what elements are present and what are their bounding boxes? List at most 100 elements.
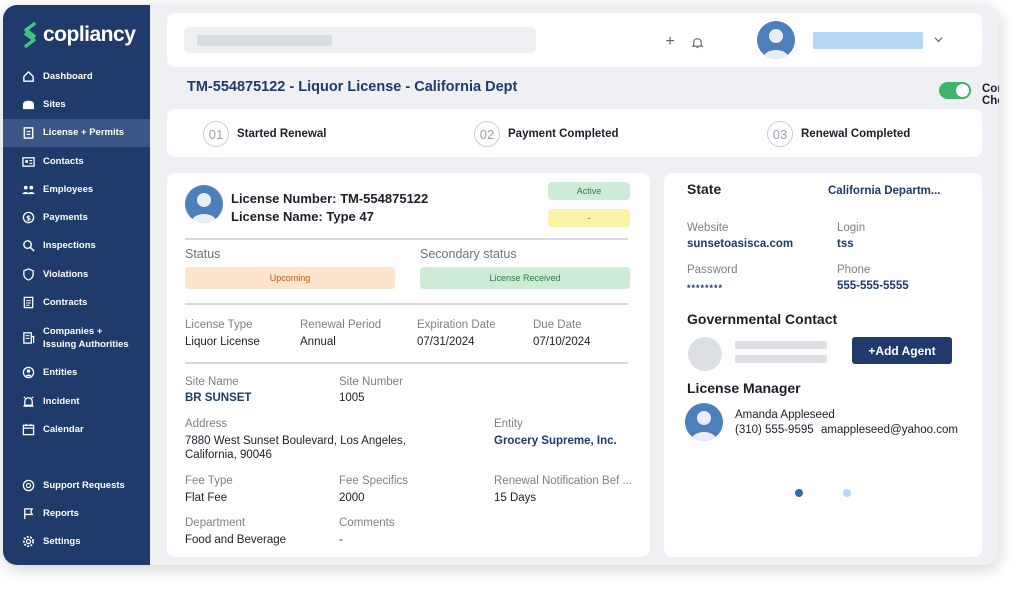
step-label: Started Renewal <box>237 128 327 140</box>
carousel-dot-active[interactable] <box>795 489 803 497</box>
login-value: tss <box>837 238 854 250</box>
step-label: Renewal Completed <box>801 128 911 140</box>
renewal-notification-label: Renewal Notification Bef ... <box>494 475 633 487</box>
logo-icon <box>24 22 36 48</box>
license-manager-heading: License Manager <box>687 380 801 396</box>
sidebar-item-reports[interactable]: Reports <box>3 499 150 527</box>
employees-icon <box>21 182 35 196</box>
sidebar-item-label: Settings <box>43 536 81 548</box>
sidebar-item-label: Sites <box>43 98 66 110</box>
entity-label: Entity <box>494 418 523 430</box>
due-date-label: Due Date <box>533 319 582 331</box>
user-name-skeleton[interactable] <box>813 32 923 49</box>
sidebar-item-calendar[interactable]: Calendar <box>3 415 150 443</box>
sidebar-item-employees[interactable]: Employees <box>3 175 150 203</box>
license-number: License Number: TM-554875122 <box>231 191 429 206</box>
contacts-icon <box>21 154 35 168</box>
sidebar-item-label: Entities <box>43 367 78 379</box>
svg-text:$: $ <box>25 213 30 222</box>
sidebar-item-companies[interactable]: Companies + Issuing Authorities <box>3 317 150 359</box>
sidebar-item-sites[interactable]: Sites <box>3 90 150 118</box>
sidebar-item-contracts[interactable]: Contracts <box>3 288 150 316</box>
status-label: Status <box>185 247 221 261</box>
login-label: Login <box>837 222 866 234</box>
add-agent-button[interactable]: +Add Agent <box>852 337 952 364</box>
sidebar-item-payments[interactable]: $ Payments <box>3 203 150 231</box>
password-label: Password <box>687 264 738 276</box>
address-line-1: 7880 West Sunset Boulevard, Los Angeles, <box>185 435 406 447</box>
divider <box>185 362 628 364</box>
sidebar-item-label: Incident <box>43 395 80 407</box>
website-link[interactable]: sunsetoasisca.com <box>687 237 793 251</box>
logo[interactable]: copliancy <box>21 21 136 49</box>
manager-email[interactable]: amappleseed@yahoo.com <box>821 423 958 437</box>
fee-specifics-value: 2000 <box>339 492 365 504</box>
sidebar-item-dashboard[interactable]: Dashboard <box>3 62 150 90</box>
sidebar-item-label: Contacts <box>43 155 84 167</box>
sidebar-item-incident[interactable]: Incident <box>3 387 150 415</box>
site-name-label: Site Name <box>185 376 239 388</box>
site-number-value: 1005 <box>339 392 365 404</box>
state-contact-card: State California Departm... Website suns… <box>664 173 982 557</box>
secondary-status-label: Secondary status <box>420 247 517 261</box>
site-number-label: Site Number <box>339 376 403 388</box>
sidebar-item-label: Reports <box>43 507 79 519</box>
divider <box>185 238 628 240</box>
sidebar-item-label: Companies + Issuing Authorities <box>43 325 129 350</box>
site-name-link[interactable]: BR SUNSET <box>185 391 251 405</box>
sidebar-item-entities[interactable]: Entities <box>3 359 150 387</box>
renewal-steps: 01 Started Renewal 02 Payment Completed … <box>167 109 982 157</box>
status-badge-pending: - <box>548 209 630 227</box>
alarm-icon <box>21 394 35 408</box>
state-value-link[interactable]: California Departm... <box>828 184 940 198</box>
chevron-down-icon[interactable] <box>933 34 945 46</box>
document-icon <box>21 296 35 310</box>
address-label: Address <box>185 418 228 430</box>
license-details-card: License Number: TM-554875122 License Nam… <box>167 173 650 557</box>
license-type-label: License Type <box>185 319 253 331</box>
manager-name: Amanda Appleseed <box>735 409 835 421</box>
compliance-check-toggle[interactable] <box>939 82 971 99</box>
search-placeholder-skeleton <box>197 35 332 46</box>
page-title: TM-554875122 - Liquor License - Californ… <box>187 79 518 95</box>
sidebar-item-label: Employees <box>43 183 94 195</box>
step-number: 01 <box>203 121 229 147</box>
avatar[interactable] <box>757 21 795 59</box>
sidebar-item-violations[interactable]: Violations <box>3 260 150 288</box>
sites-icon <box>21 97 35 111</box>
secondary-status-value: License Received <box>420 267 630 289</box>
bell-icon[interactable] <box>690 35 704 49</box>
phone-value: 555-555-5555 <box>837 280 909 292</box>
department-value: Food and Beverage <box>185 534 287 546</box>
sidebar-item-inspections[interactable]: Inspections <box>3 232 150 260</box>
step-started-renewal: 01 Started Renewal <box>203 121 326 147</box>
building-icon <box>21 331 35 345</box>
sidebar-item-contacts[interactable]: Contacts <box>3 147 150 175</box>
sidebar-item-label: Contracts <box>43 297 88 309</box>
status-value: Upcoming <box>185 267 395 289</box>
fee-type-value: Flat Fee <box>185 492 228 504</box>
address-line-2: California, 90046 <box>185 449 272 461</box>
compliance-check-label: Compliance Check <box>982 83 999 107</box>
sidebar-item-settings[interactable]: Settings <box>3 528 150 556</box>
sidebar-bottom-nav: Support Requests Reports Settings <box>3 471 150 556</box>
divider <box>185 303 628 305</box>
entity-link[interactable]: Grocery Supreme, Inc. <box>494 434 617 448</box>
sidebar-item-support-requests[interactable]: Support Requests <box>3 471 150 499</box>
sidebar-item-license-permits[interactable]: License + Permits <box>3 118 150 147</box>
governmental-contact-heading: Governmental Contact <box>687 311 838 327</box>
sidebar: copliancy Dashboard Sites License + Perm… <box>3 5 150 565</box>
plus-icon[interactable]: + <box>663 33 677 50</box>
gear-icon <box>21 535 35 549</box>
search-icon <box>21 239 35 253</box>
home-icon <box>21 69 35 83</box>
password-value: ******** <box>687 283 724 293</box>
shield-icon <box>21 267 35 281</box>
license-header: License Number: TM-554875122 License Nam… <box>231 190 428 226</box>
due-date-value: 07/10/2024 <box>533 336 591 348</box>
carousel-dot[interactable] <box>843 489 851 497</box>
calendar-icon <box>21 422 35 436</box>
state-label: State <box>687 181 722 197</box>
sidebar-item-label: Dashboard <box>43 70 93 82</box>
renewal-period-value: Annual <box>300 336 336 348</box>
